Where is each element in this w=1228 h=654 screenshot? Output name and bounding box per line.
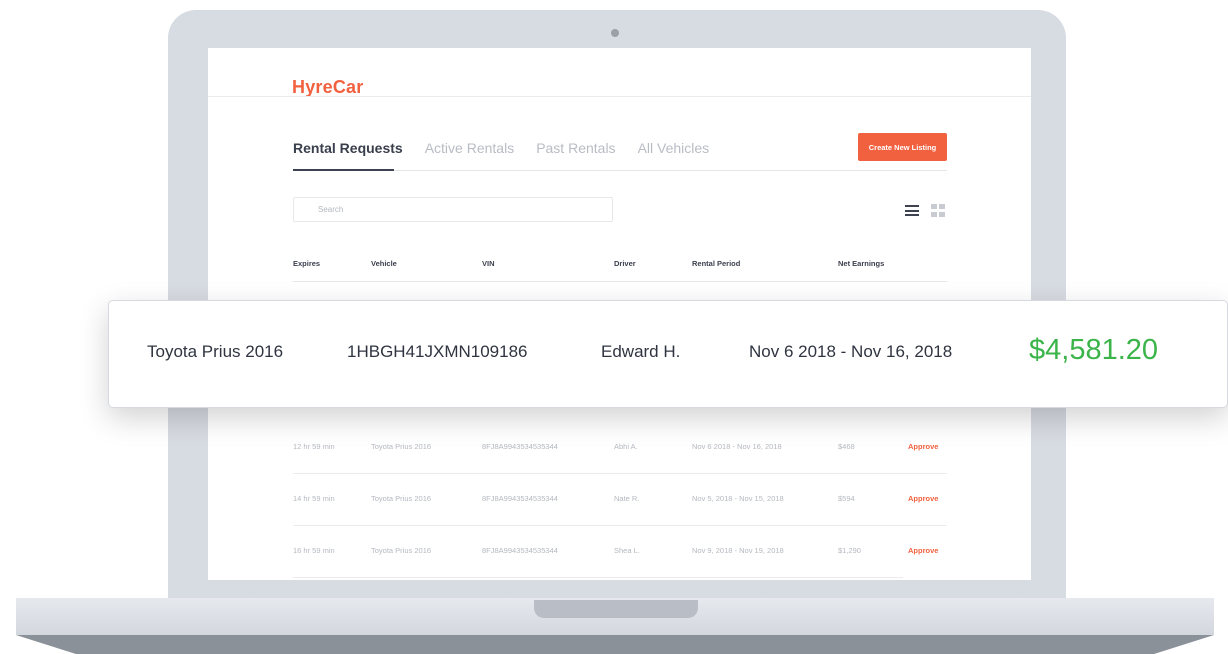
header-rental-period: Rental Period [692, 259, 741, 268]
approve-button[interactable]: Approve [908, 494, 938, 503]
approve-button[interactable]: Approve [908, 442, 938, 451]
card-driver: Edward H. [601, 342, 681, 361]
row-earnings: $1,290 [838, 546, 861, 555]
active-tab-indicator [293, 169, 394, 171]
row-driver: Nate R. [614, 494, 640, 503]
row-vin: 8FJ8A9943534535344 [482, 546, 558, 555]
app-logo[interactable]: HyreCar [292, 77, 363, 98]
row-vehicle: Toyota Prius 2016 [371, 442, 432, 451]
row-earnings: $594 [838, 494, 855, 503]
create-new-listing-button[interactable]: Create New Listing [858, 133, 947, 161]
header-vehicle: Vehicle [371, 259, 397, 268]
list-view-icon[interactable] [905, 205, 919, 216]
row-rental-period: Nov 6 2018 - Nov 16, 2018 [692, 442, 782, 451]
card-vin: 1HBGH41JXMN109186 [347, 342, 528, 361]
table-row[interactable]: 16 hr 59 min Toyota Prius 2016 8FJ8A9943… [293, 526, 947, 578]
row-divider [293, 577, 903, 578]
table-row[interactable]: 12 hr 59 min Toyota Prius 2016 8FJ8A9943… [293, 422, 947, 474]
row-driver: Abhi A. [614, 442, 638, 451]
row-driver: Shea L. [614, 546, 640, 555]
laptop-notch [534, 600, 698, 618]
row-vehicle: Toyota Prius 2016 [371, 546, 432, 555]
tab-all-vehicles[interactable]: All Vehicles [638, 140, 710, 156]
tab-past-rentals[interactable]: Past Rentals [536, 140, 615, 156]
row-vehicle: Toyota Prius 2016 [371, 494, 432, 503]
row-earnings: $468 [838, 442, 855, 451]
table-row[interactable]: 14 hr 59 min Toyota Prius 2016 8FJ8A9943… [293, 474, 947, 526]
tab-rental-requests[interactable]: Rental Requests [293, 140, 403, 156]
card-rental-period: Nov 6 2018 - Nov 16, 2018 [749, 342, 953, 361]
header-divider-line [293, 281, 947, 282]
row-expires: 12 hr 59 min [293, 442, 335, 451]
header-expires: Expires [293, 259, 321, 268]
row-vin: 8FJ8A9943534535344 [482, 442, 558, 451]
card-net-earnings: $4,581.20 [1029, 334, 1159, 366]
search-input[interactable] [293, 197, 613, 222]
grid-view-icon[interactable] [931, 204, 946, 217]
row-rental-period: Nov 5, 2018 - Nov 15, 2018 [692, 494, 784, 503]
header-net-earnings: Net Earnings [838, 259, 885, 268]
highlighted-rental-card[interactable]: Toyota Prius 2016 1HBGH41JXMN109186 Edwa… [108, 300, 1228, 408]
tab-active-rentals[interactable]: Active Rentals [425, 140, 514, 156]
laptop-foot [16, 635, 1214, 654]
row-expires: 16 hr 59 min [293, 546, 335, 555]
card-vehicle: Toyota Prius 2016 [147, 342, 284, 361]
header-driver: Driver [614, 259, 636, 268]
tab-bar: Rental Requests Active Rentals Past Rent… [293, 140, 709, 156]
camera-icon [611, 29, 619, 37]
row-vin: 8FJ8A9943534535344 [482, 494, 558, 503]
header-divider [208, 96, 1031, 97]
row-rental-period: Nov 9, 2018 - Nov 19, 2018 [692, 546, 784, 555]
header-vin: VIN [482, 259, 495, 268]
approve-button[interactable]: Approve [908, 546, 938, 555]
row-expires: 14 hr 59 min [293, 494, 335, 503]
